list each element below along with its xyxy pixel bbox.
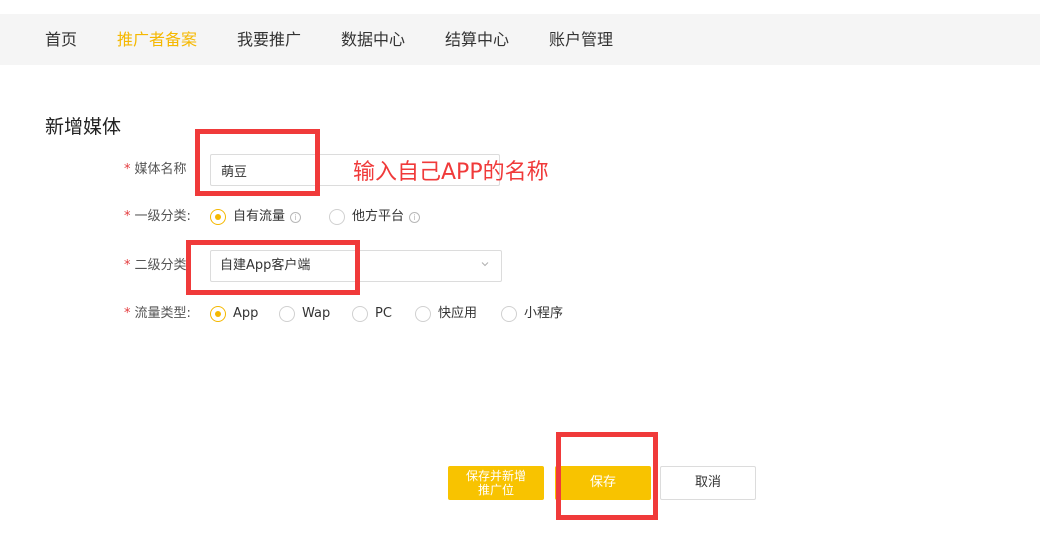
save-and-add-placement-line1: 保存并新增 xyxy=(465,469,526,483)
required-mark: * xyxy=(124,162,131,177)
page-title: 新增媒体 xyxy=(45,116,122,138)
radio-third-party-platform[interactable]: 他方平台 i xyxy=(329,207,439,227)
radio-traffic-mini-program[interactable]: 小程序 xyxy=(501,304,571,324)
required-mark: * xyxy=(124,209,131,224)
radio-traffic-app[interactable]: App xyxy=(210,304,270,324)
radio-traffic-wap-label: Wap xyxy=(302,306,331,321)
required-mark: * xyxy=(124,258,131,273)
top-strip xyxy=(0,0,1040,14)
required-mark: * xyxy=(124,306,131,321)
radio-own-traffic-label: 自有流量 xyxy=(233,209,286,224)
radio-dot xyxy=(415,306,431,322)
nav-item-promote[interactable]: 我要推广 xyxy=(237,14,301,65)
annotation-text: 输入自己APP的名称 xyxy=(353,160,549,185)
nav-item-home[interactable]: 首页 xyxy=(45,14,77,65)
radio-own-traffic[interactable]: 自有流量 i xyxy=(210,207,320,227)
level2-category-label: * 二级分类 xyxy=(124,258,187,273)
radio-traffic-pc[interactable]: PC xyxy=(352,304,402,324)
traffic-type-label: * 流量类型: xyxy=(124,306,191,321)
nav-item-account-management[interactable]: 账户管理 xyxy=(549,14,613,65)
save-button[interactable]: 保存 xyxy=(555,466,651,500)
level2-category-value: 自建App客户端 xyxy=(220,258,311,273)
radio-dot xyxy=(501,306,517,322)
radio-traffic-wap[interactable]: Wap xyxy=(279,304,339,324)
radio-dot xyxy=(279,306,295,322)
level1-category-label: * 一级分类: xyxy=(124,209,191,224)
nav-item-promoter-registration[interactable]: 推广者备案 xyxy=(117,14,197,65)
nav-item-data-center[interactable]: 数据中心 xyxy=(341,14,405,65)
nav-item-settlement-center[interactable]: 结算中心 xyxy=(445,14,509,65)
info-icon[interactable]: i xyxy=(409,212,421,223)
chevron-down-icon xyxy=(481,262,489,267)
cancel-button[interactable]: 取消 xyxy=(660,466,756,500)
info-icon[interactable]: i xyxy=(290,212,302,223)
radio-dot xyxy=(352,306,368,322)
radio-traffic-pc-label: PC xyxy=(375,306,392,321)
radio-traffic-app-label: App xyxy=(233,306,259,321)
top-nav: 首页 推广者备案 我要推广 数据中心 结算中心 账户管理 xyxy=(0,14,1040,65)
radio-dot xyxy=(210,209,226,225)
radio-dot xyxy=(210,306,226,322)
radio-third-party-platform-label: 他方平台 xyxy=(352,209,405,224)
save-and-add-placement-button[interactable]: 保存并新增 推广位 xyxy=(448,466,544,500)
radio-traffic-quick-app[interactable]: 快应用 xyxy=(415,304,485,324)
save-and-add-placement-line2: 推广位 xyxy=(477,483,514,497)
level2-category-select[interactable]: 自建App客户端 xyxy=(210,250,502,282)
radio-dot xyxy=(329,209,345,225)
radio-traffic-mini-program-label: 小程序 xyxy=(524,306,564,321)
radio-traffic-quick-app-label: 快应用 xyxy=(438,306,478,321)
media-name-label: * 媒体名称 xyxy=(124,162,187,177)
